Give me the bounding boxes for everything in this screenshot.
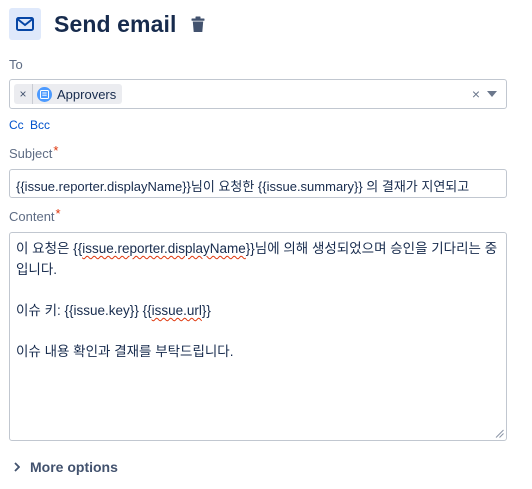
required-marker: * — [55, 206, 61, 221]
chevron-right-icon — [14, 462, 20, 472]
content-label: Content* — [9, 206, 61, 224]
group-avatar-icon — [37, 86, 52, 102]
subject-label-text: Subject — [9, 146, 53, 161]
required-marker: * — [53, 143, 59, 158]
recipient-chip: × Approvers — [14, 84, 123, 104]
more-options-toggle[interactable]: More options — [14, 459, 118, 475]
content-line: 이 요청은 {{issue.reporter.displayName}}님에 의… — [16, 238, 500, 280]
mail-icon — [9, 8, 41, 40]
bcc-link[interactable]: Bcc — [30, 118, 50, 132]
content-line: 이슈 내용 확인과 결재를 부탁드립니다. — [16, 344, 234, 359]
to-field[interactable]: × Approvers × — [9, 79, 507, 109]
clear-recipients-button[interactable]: × — [472, 86, 480, 102]
cc-link[interactable]: Cc — [9, 118, 24, 132]
subject-input[interactable]: {{issue.reporter.displayName}}님이 요청한 {{i… — [9, 169, 507, 198]
page-header: Send email — [9, 7, 205, 41]
chevron-down-icon[interactable] — [487, 91, 497, 97]
trash-icon[interactable] — [191, 16, 205, 33]
text-segment: 이 요청은 {{ — [16, 241, 83, 256]
content-textarea[interactable]: 이 요청은 {{issue.reporter.displayName}}님에 의… — [9, 232, 507, 441]
to-label: To — [9, 57, 23, 72]
content-body: 이 요청은 {{issue.reporter.displayName}}님에 의… — [16, 238, 500, 362]
spellcheck-word: issue.reporter.displayName — [82, 241, 246, 256]
cc-bcc-links: Cc Bcc — [9, 118, 53, 132]
spellcheck-word: issue.url — [151, 303, 202, 318]
content-line: 이슈 키: {{issue.key}} {{issue.url}} — [16, 300, 500, 321]
chip-remove-button[interactable]: × — [14, 84, 33, 104]
more-options-label: More options — [30, 459, 118, 475]
text-segment: }} — [201, 303, 211, 318]
chip-body: Approvers — [33, 84, 122, 104]
text-segment: 이슈 키: {{issue.key}} {{ — [16, 303, 152, 318]
page-title: Send email — [54, 10, 177, 37]
subject-label: Subject* — [9, 143, 59, 161]
subject-value: {{issue.reporter.displayName}}님이 요청한 {{i… — [16, 179, 470, 194]
resize-handle-icon[interactable] — [495, 429, 504, 438]
chip-label: Approvers — [57, 86, 117, 102]
content-label-text: Content — [9, 209, 55, 224]
